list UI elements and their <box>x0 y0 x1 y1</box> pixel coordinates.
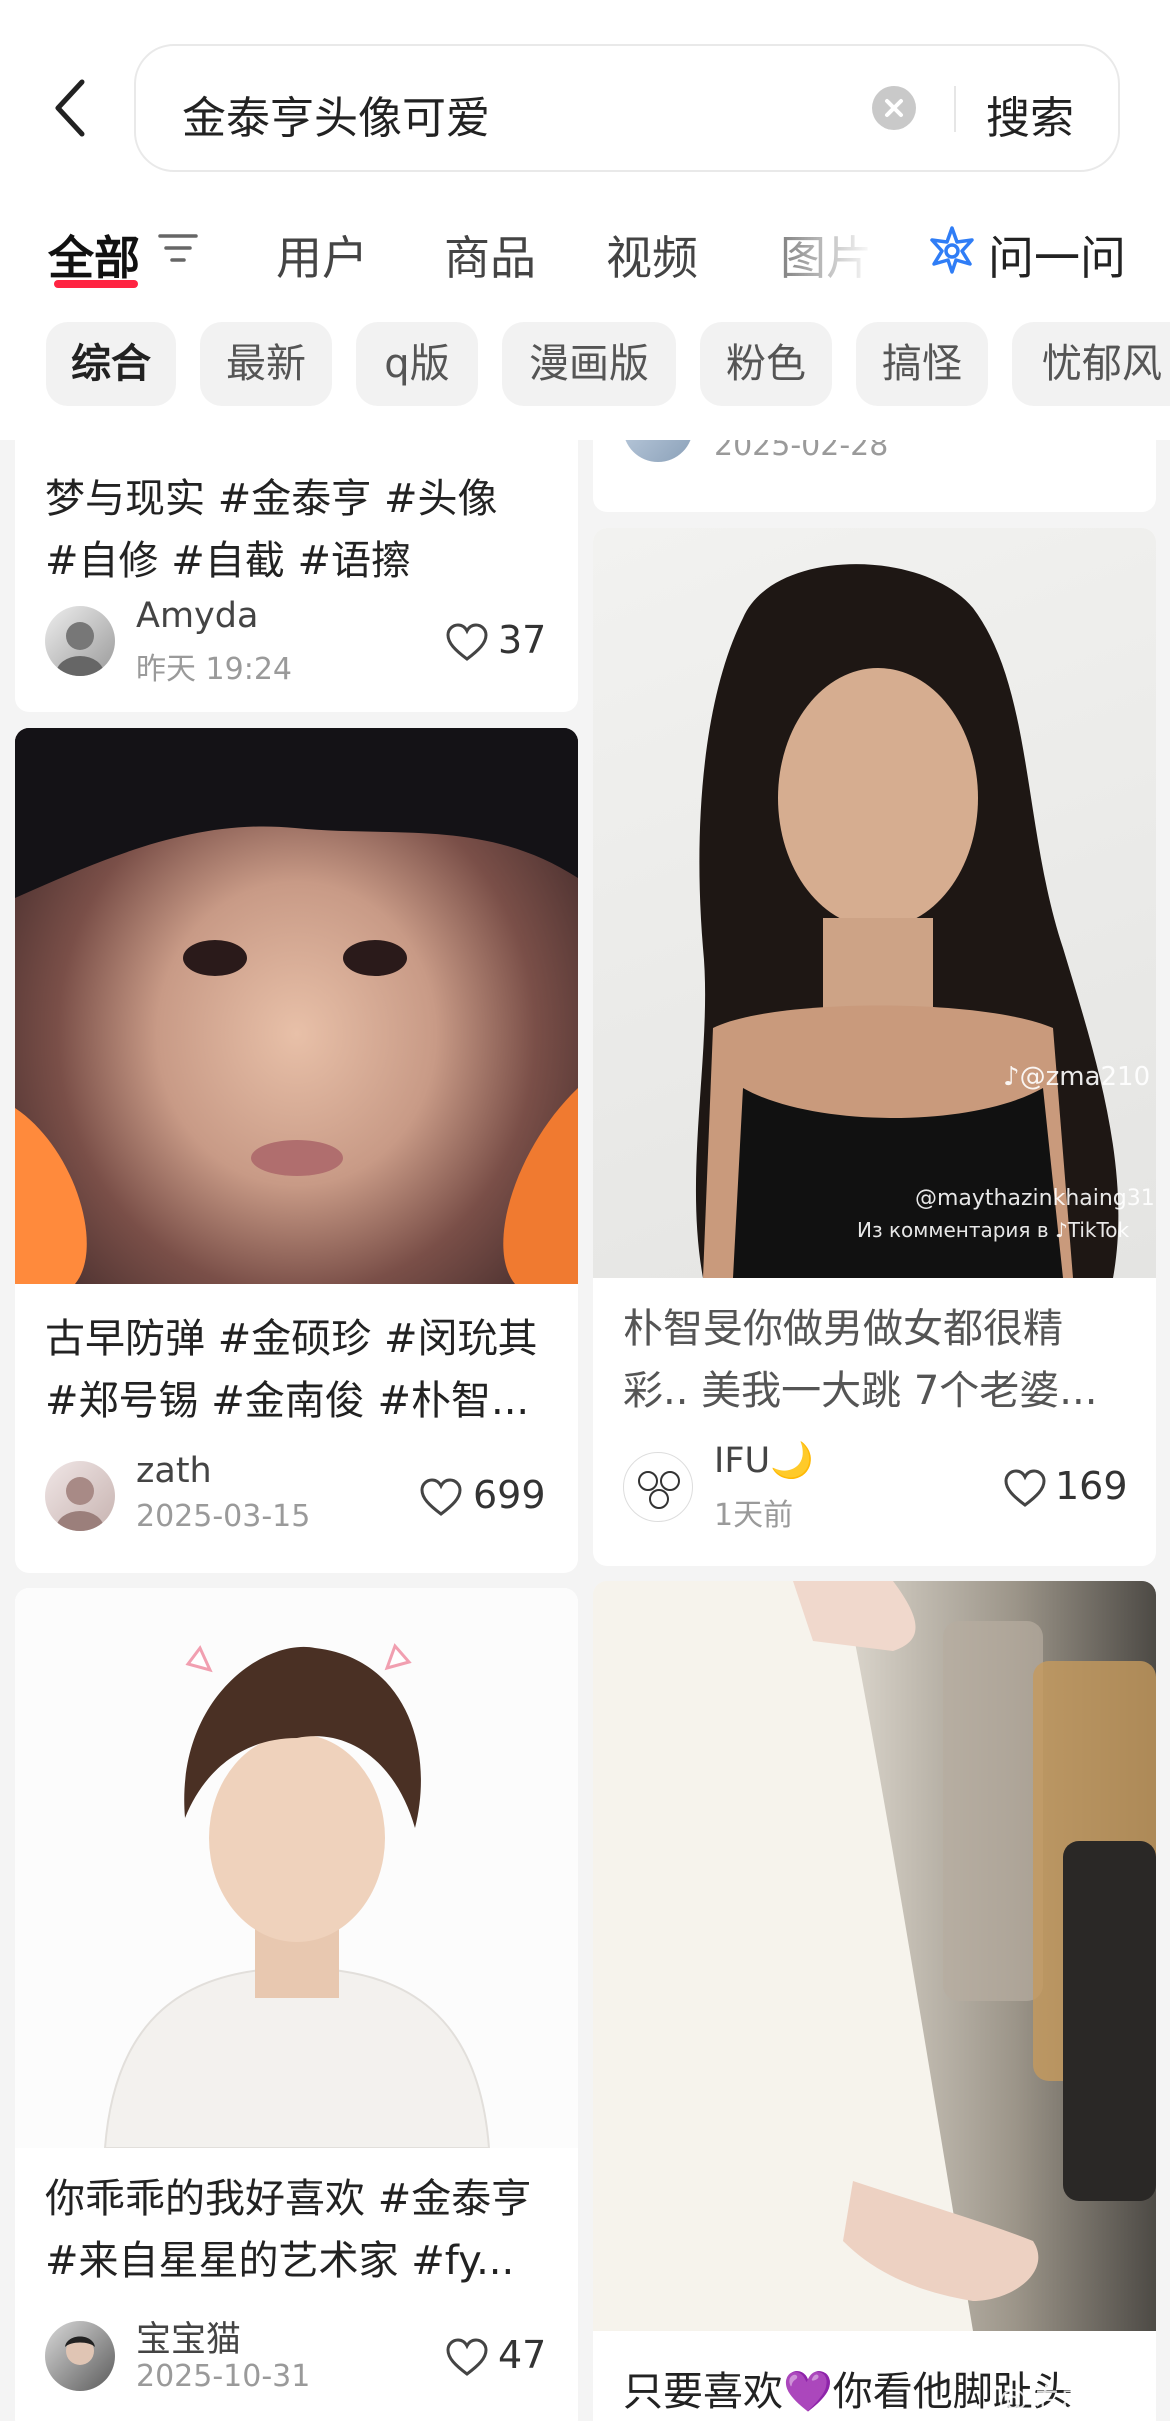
note-title-line2: #郑号锡 #金南俊 #朴智... <box>45 1378 530 1424</box>
chip-manga[interactable]: 漫画版 <box>502 322 676 406</box>
image-watermark: @maythazinkhaing311 <box>915 1186 1156 1211</box>
search-box[interactable]: 金泰亨头像可爱 搜索 <box>134 44 1120 172</box>
image-watermark: ♪@zma210 <box>1003 1062 1151 1092</box>
note-card[interactable]: 古早防弹 #金硕珍 #闵玧其 #郑号锡 #金南俊 #朴智... zath 202… <box>15 728 578 1573</box>
note-card[interactable]: ♪@zma210 @maythazinkhaing311 Из коммента… <box>593 528 1156 1566</box>
note-title-line1: 梦与现实 #金泰亨 #头像 <box>45 476 498 522</box>
results-feed: 梦与现实 #金泰亨 #头像 #自修 #自截 #语擦 Amyda 昨天 19:24… <box>0 440 1170 2421</box>
note-card[interactable]: 你乖乖的我好喜欢 #金泰亨 #来自星星的艺术家 #fy... 宝宝猫 2025-… <box>15 1588 578 2421</box>
like-count: 37 <box>498 618 547 662</box>
author-name[interactable]: 宝宝猫 <box>136 2311 241 2362</box>
heart-icon[interactable] <box>445 622 489 662</box>
author-name[interactable]: Amyda <box>136 596 258 636</box>
chip-comprehensive[interactable]: 综合 <box>46 322 176 406</box>
heart-icon[interactable] <box>419 1477 463 1517</box>
cover-image[interactable] <box>15 728 578 1284</box>
cover-image[interactable] <box>15 1588 578 2149</box>
chip-melancholy[interactable]: 忧郁风 <box>1012 322 1170 406</box>
tab-ask[interactable]: 问一问 <box>988 222 1126 288</box>
chip-q-version[interactable]: q版 <box>356 322 478 406</box>
post-date: 昨天 19:24 <box>136 652 292 687</box>
chip-latest[interactable]: 最新 <box>200 322 332 406</box>
note-title-line2: 彩.. 美我一大跳 7个老婆... <box>623 1368 1098 1414</box>
note-card[interactable]: 2025-02-28 344 <box>593 440 1156 512</box>
tab-all[interactable]: 全部 <box>48 222 140 288</box>
post-date: 2025-02-28 <box>714 440 889 463</box>
like-count: 699 <box>473 1473 546 1517</box>
tab-fade <box>755 210 925 290</box>
avatar[interactable] <box>45 1461 115 1531</box>
note-card[interactable]: 只要喜欢💜你看他脚趾头 <box>593 1581 1156 2421</box>
author-name[interactable]: zath <box>136 1451 212 1491</box>
like-count: 169 <box>1055 1464 1128 1508</box>
post-date: 2025-03-15 <box>136 1499 311 1534</box>
cover-image[interactable] <box>593 1581 1156 2331</box>
note-title-line2: #来自星星的艺术家 #fy... <box>45 2238 515 2284</box>
tab-users[interactable]: 用户 <box>276 222 368 288</box>
result-tabs: 全部 用户 商品 视频 图片 问一问 <box>0 210 1170 290</box>
avatar[interactable] <box>45 2321 115 2391</box>
ask-ai-icon[interactable] <box>926 224 978 276</box>
clear-icon[interactable] <box>872 86 916 130</box>
tab-goods[interactable]: 商品 <box>444 222 536 288</box>
author-name[interactable]: IFU🌙 <box>714 1440 814 1481</box>
search-divider <box>954 86 956 132</box>
note-card[interactable]: 梦与现实 #金泰亨 #头像 #自修 #自截 #语擦 Amyda 昨天 19:24… <box>15 440 578 712</box>
avatar[interactable] <box>623 440 693 462</box>
search-header: 金泰亨头像可爱 搜索 全部 用户 商品 视频 图片 问一问 综合 最新 q版 漫… <box>0 0 1170 440</box>
note-title-line2: #自修 #自截 #语擦 <box>45 538 411 584</box>
filter-icon[interactable] <box>158 230 198 266</box>
note-title-line1: 朴智旻你做男做女都很精 <box>623 1306 1063 1352</box>
tab-active-indicator <box>54 280 138 288</box>
note-title-line1: 你乖乖的我好喜欢 #金泰亨 <box>45 2176 532 2222</box>
tab-videos[interactable]: 视频 <box>606 222 698 288</box>
chip-funny[interactable]: 搞怪 <box>856 322 988 406</box>
note-title-line1: 古早防弹 #金硕珍 #闵玧其 <box>45 1316 538 1362</box>
image-watermark: Из комментария в ♪TikTok <box>857 1218 1130 1242</box>
filter-chips: 综合 最新 q版 漫画版 粉色 搞怪 忧郁风 <box>0 322 1170 412</box>
avatar[interactable] <box>623 1452 693 1522</box>
app-watermark: @佑葛一 <box>998 2383 1118 2418</box>
back-arrow-icon[interactable] <box>48 72 98 142</box>
heart-icon[interactable] <box>445 2337 489 2377</box>
search-input[interactable]: 金泰亨头像可爱 <box>182 82 490 146</box>
chip-pink[interactable]: 粉色 <box>700 322 832 406</box>
avatar[interactable] <box>45 606 115 676</box>
heart-icon[interactable] <box>1003 1468 1047 1508</box>
like-count: 47 <box>498 2333 547 2377</box>
post-date: 1天前 <box>714 1498 794 1533</box>
cover-image[interactable]: ♪@zma210 @maythazinkhaing311 Из коммента… <box>593 528 1156 1278</box>
search-button[interactable]: 搜索 <box>986 82 1074 146</box>
post-date: 2025-10-31 <box>136 2359 311 2394</box>
